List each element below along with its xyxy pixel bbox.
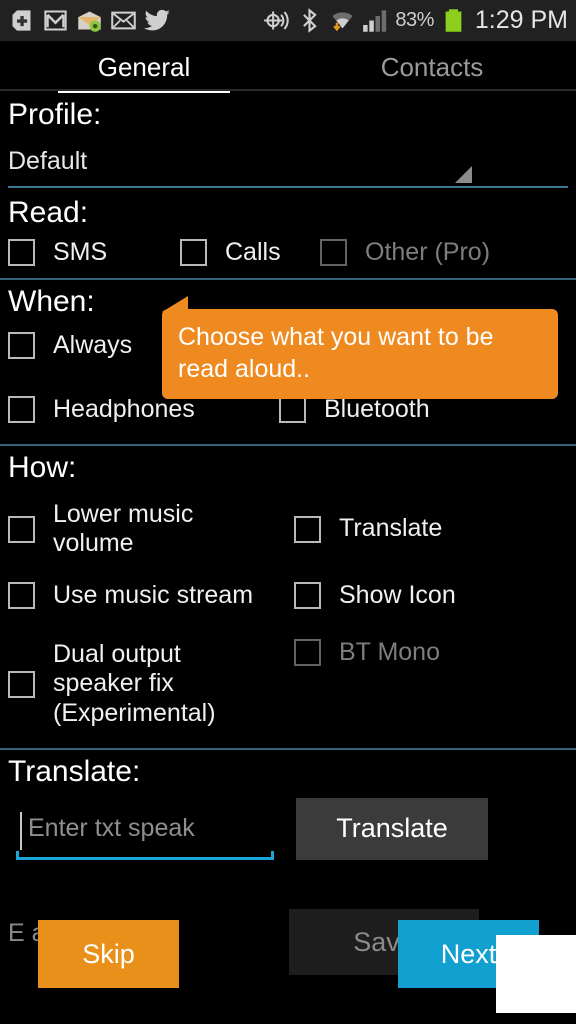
- mail-badge-icon: [78, 11, 101, 32]
- system-status-icons: 83% 1:29 PM: [263, 6, 568, 35]
- checkbox-item-sms[interactable]: SMS: [8, 238, 180, 268]
- text-caret: [20, 811, 22, 850]
- checkbox-item-show-icon[interactable]: Show Icon: [294, 581, 456, 611]
- checkbox-item-other-pro: Other (Pro): [320, 238, 490, 268]
- translate-button[interactable]: Translate: [296, 797, 488, 860]
- checkbox-show-icon[interactable]: [294, 581, 321, 609]
- how-checkbox-row-2: Use music stream Show Icon: [0, 565, 576, 617]
- profile-spinner-value: Default: [8, 146, 88, 175]
- checkbox-item-bt-mono: BT Mono: [294, 632, 440, 668]
- signal-icon: [363, 10, 387, 32]
- tab-bar-underline: [0, 89, 576, 91]
- translate-input-placeholder: Enter txt speak: [28, 813, 195, 842]
- checkbox-translate-label: Translate: [339, 514, 443, 543]
- read-section-title: Read:: [8, 195, 89, 229]
- next-button-label: Next: [440, 938, 497, 969]
- profile-spinner[interactable]: Default: [8, 141, 568, 191]
- envelope-icon: [111, 11, 136, 30]
- profile-spinner-underline: [8, 185, 568, 188]
- skip-button[interactable]: Skip: [38, 920, 179, 988]
- skip-button-label: Skip: [82, 938, 135, 969]
- notification-icons: [8, 7, 171, 34]
- checkbox-item-use-music-stream[interactable]: Use music stream: [8, 581, 294, 611]
- translate-row: Enter txt speak Translate: [0, 792, 576, 860]
- how-section-title: How:: [8, 451, 77, 484]
- checkbox-always[interactable]: [8, 332, 35, 360]
- checkbox-other-pro-label: Other (Pro): [365, 238, 491, 266]
- checkbox-lower-music-volume[interactable]: [8, 515, 35, 543]
- checkbox-translate[interactable]: [294, 515, 321, 543]
- location-icon: [264, 11, 289, 30]
- checkbox-sms[interactable]: [8, 239, 35, 267]
- translate-input-underline: [16, 850, 274, 860]
- checkbox-sms-label: SMS: [53, 238, 108, 266]
- battery-icon: [445, 9, 462, 32]
- checkbox-item-calls[interactable]: Calls: [180, 238, 320, 268]
- white-overlay-box: [496, 935, 576, 1013]
- checkbox-item-lower-music-volume[interactable]: Lower music volume: [8, 500, 294, 559]
- checkbox-bluetooth[interactable]: [279, 395, 306, 423]
- checkbox-show-icon-label: Show Icon: [339, 580, 456, 609]
- translate-section-title: Translate:: [8, 755, 141, 788]
- checkbox-dual-output-speaker-fix[interactable]: [8, 670, 35, 698]
- tab-general[interactable]: General: [0, 41, 288, 93]
- chevron-down-icon: [455, 165, 472, 183]
- checkbox-dual-output-speaker-fix-label: Dual output speaker fix (Experimental): [53, 639, 216, 727]
- gmail-icon: [44, 10, 67, 31]
- wifi-download-icon: [332, 12, 353, 32]
- twitter-icon: [144, 9, 170, 31]
- tab-contacts-label: Contacts: [380, 51, 484, 82]
- checkbox-use-music-stream-label: Use music stream: [53, 580, 254, 609]
- settings-content: Profile: Default Read: SMS Calls Other (…: [0, 93, 576, 860]
- checkbox-always-label: Always: [53, 331, 133, 359]
- checkbox-lower-music-volume-label: Lower music volume: [53, 499, 194, 558]
- onboarding-tooltip-text: Choose what you want to be read aloud..: [178, 323, 494, 383]
- checkbox-bt-mono: [294, 639, 321, 667]
- tab-general-label: General: [97, 51, 191, 82]
- tab-contacts[interactable]: Contacts: [288, 41, 576, 93]
- how-checkbox-row-1: Lower music volume Translate: [0, 488, 576, 565]
- checkbox-item-translate[interactable]: Translate: [294, 514, 442, 544]
- read-checkbox-row: SMS Calls Other (Pro): [0, 232, 576, 274]
- app-screen: 83% 1:29 PM General Contacts Profile: De…: [0, 0, 576, 1024]
- checkbox-item-always[interactable]: Always: [8, 331, 132, 361]
- checkbox-headphones[interactable]: [8, 395, 35, 423]
- how-checkbox-row-3: Dual output speaker fix (Experimental) B…: [0, 616, 576, 742]
- translate-input[interactable]: Enter txt speak: [16, 806, 274, 860]
- status-bar: 83% 1:29 PM: [0, 0, 576, 41]
- tab-bar: General Contacts: [0, 41, 576, 93]
- bluetooth-icon: [303, 8, 318, 33]
- translate-button-label: Translate: [336, 813, 448, 843]
- profile-section-title: Profile:: [8, 98, 102, 131]
- clock: 1:29 PM: [474, 6, 568, 34]
- checkbox-calls-label: Calls: [225, 238, 281, 266]
- checkbox-item-dual-output-speaker-fix[interactable]: Dual output speaker fix (Experimental): [8, 632, 294, 736]
- checkbox-calls[interactable]: [180, 239, 207, 267]
- checkbox-bt-mono-label: BT Mono: [339, 638, 440, 666]
- battery-percent: 83%: [395, 9, 434, 31]
- checkbox-use-music-stream[interactable]: [8, 581, 35, 609]
- checkbox-other-pro: [320, 239, 347, 267]
- plus-badge-icon: [12, 10, 31, 31]
- onboarding-tooltip[interactable]: Choose what you want to be read aloud..: [162, 309, 558, 399]
